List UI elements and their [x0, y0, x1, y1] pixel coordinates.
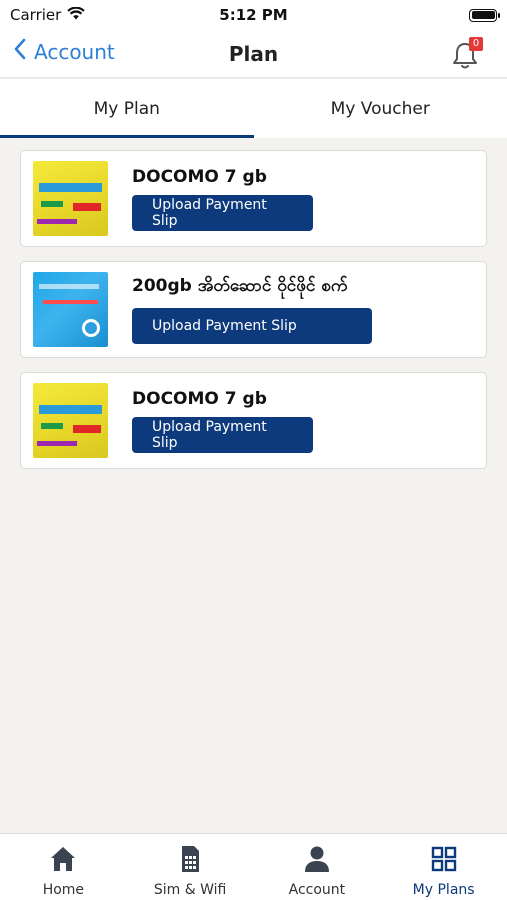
chevron-left-icon [14, 38, 26, 65]
plan-card[interactable]: DOCOMO 7 gb Upload Payment Slip [20, 150, 487, 247]
bottom-tab-account[interactable]: Account [254, 834, 381, 900]
upload-payment-slip-button[interactable]: Upload Payment Slip [132, 308, 372, 344]
plan-card[interactable]: 200gb အိတ်ဆောင် ဝိုင်ဖိုင် စက် Upload Pa… [20, 261, 487, 358]
battery-icon [469, 8, 500, 22]
upload-payment-slip-button[interactable]: Upload Payment Slip [132, 194, 313, 231]
wifi-icon [67, 6, 86, 24]
tab-my-plan[interactable]: My Plan [0, 79, 254, 138]
plan-body: 200gb အိတ်ဆောင် ဝိုင်ဖိုင် စက် Upload Pa… [132, 275, 372, 344]
nav-bar: Account Plan 0 [0, 30, 507, 78]
plan-body: DOCOMO 7 gb Upload Payment Slip [132, 389, 313, 453]
bottom-tab-label: Account [288, 882, 346, 898]
bottom-tab-label: My Plans [412, 882, 475, 898]
bottom-tab-label: Sim & Wifi [153, 882, 227, 898]
bottom-tab-home[interactable]: Home [0, 834, 127, 900]
carrier-label: Carrier [10, 6, 62, 24]
grid-icon [429, 844, 459, 878]
plan-card[interactable]: DOCOMO 7 gb Upload Payment Slip [20, 372, 487, 469]
plan-name: DOCOMO 7 gb [132, 166, 267, 187]
upload-payment-slip-button[interactable]: Upload Payment Slip [132, 416, 313, 453]
bottom-tab-my-plans[interactable]: My Plans [380, 834, 507, 900]
user-icon [302, 844, 332, 878]
plan-body: DOCOMO 7 gb Upload Payment Slip [132, 167, 313, 231]
tab-my-voucher[interactable]: My Voucher [254, 79, 507, 138]
plan-name: 200gb အိတ်ဆောင် ဝိုင်ဖိုင် စက် [132, 276, 348, 296]
bottom-tab-sim-wifi[interactable]: Sim & Wifi [127, 834, 254, 900]
bottom-tab-label: Home [42, 882, 85, 898]
plan-name: DOCOMO 7 gb [132, 388, 267, 409]
sim-card-icon [175, 844, 205, 878]
docomo-plan-image [33, 383, 108, 458]
status-left: Carrier [10, 6, 86, 24]
pocket-wifi-plan-image [33, 272, 108, 347]
back-label: Account [34, 39, 115, 64]
plan-tabs: My Plan My Voucher [0, 79, 507, 138]
status-bar: Carrier 5:12 PM [0, 0, 507, 30]
plan-list: DOCOMO 7 gb Upload Payment Slip 200gb အိ… [20, 150, 487, 483]
notification-badge: 0 [469, 37, 483, 51]
back-button[interactable]: Account [14, 38, 115, 65]
notification-button[interactable]: 0 [451, 37, 483, 71]
home-icon [48, 844, 78, 878]
docomo-plan-image [33, 161, 108, 236]
bottom-tab-bar: Home Sim & Wifi Account My Plans [0, 833, 507, 900]
